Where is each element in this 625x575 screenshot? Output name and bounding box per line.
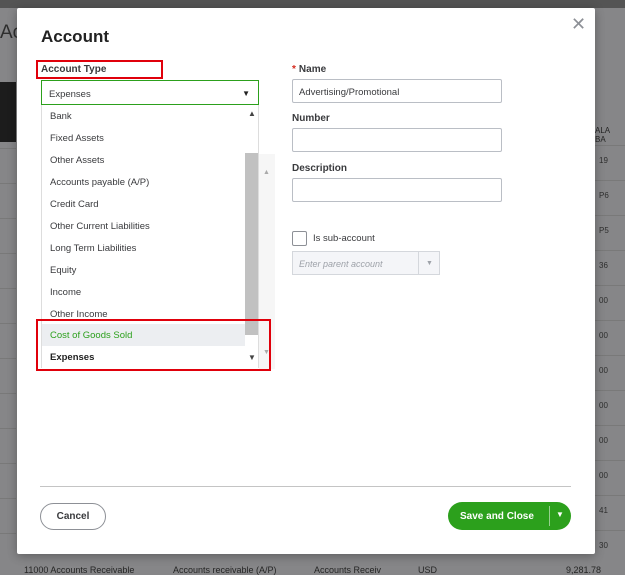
required-marker: * <box>292 64 296 75</box>
description-input[interactable] <box>292 178 502 202</box>
caret-down-icon[interactable]: ▼ <box>242 89 250 98</box>
number-label: Number <box>292 113 330 124</box>
dropdown-option-equity[interactable]: Equity <box>42 259 245 281</box>
save-and-close-label: Save and Close <box>460 511 534 522</box>
parent-account-input: Enter parent account ▼ <box>292 251 440 275</box>
close-icon[interactable]: ✕ <box>571 14 586 35</box>
dropdown-option-credit-card[interactable]: Credit Card <box>42 193 245 215</box>
dialog-title: Account <box>41 27 109 46</box>
dropdown-option-other-current-liabilities[interactable]: Other Current Liabilities <box>42 215 245 237</box>
name-input[interactable]: Advertising/Promotional <box>292 79 502 103</box>
button-separator <box>549 506 550 526</box>
dropdown-option-long-term-liabilities[interactable]: Long Term Liabilities <box>42 237 245 259</box>
sub-account-checkbox[interactable] <box>292 231 307 246</box>
sub-account-label: Is sub-account <box>313 233 375 244</box>
caret-down-icon[interactable]: ▼ <box>556 510 564 519</box>
description-label: Description <box>292 163 348 174</box>
annotation-highlight-account-type <box>36 60 163 79</box>
caret-down-icon: ▼ <box>418 252 440 274</box>
dropdown-option-bank[interactable]: Bank <box>42 105 245 127</box>
name-label-text: Name <box>298 64 327 75</box>
save-and-close-button[interactable]: Save and Close ▼ <box>448 502 571 530</box>
dropdown-option-other-assets[interactable]: Other Assets <box>42 149 245 171</box>
cancel-button[interactable]: Cancel <box>40 503 106 530</box>
annotation-highlight-options <box>36 319 271 371</box>
scroll-up-icon[interactable]: ▲ <box>248 109 256 118</box>
dropdown-option-accounts-payable[interactable]: Accounts payable (A/P) <box>42 171 245 193</box>
name-label: * Name <box>292 64 326 75</box>
number-input[interactable] <box>292 128 502 152</box>
dropdown-scrollbar-thumb[interactable] <box>245 153 258 335</box>
dropdown-option-income[interactable]: Income <box>42 281 245 303</box>
account-type-selected-value: Expenses <box>49 89 91 100</box>
parent-account-placeholder: Enter parent account <box>299 259 383 269</box>
footer-divider <box>40 486 571 487</box>
scroll-up-icon: ▲ <box>263 169 270 176</box>
account-dialog: Account ✕ Account Type Expenses ▼ Bank F… <box>17 8 595 554</box>
name-input-value: Advertising/Promotional <box>299 87 400 98</box>
account-type-select[interactable]: Expenses ▼ <box>41 80 259 105</box>
dropdown-option-fixed-assets[interactable]: Fixed Assets <box>42 127 245 149</box>
